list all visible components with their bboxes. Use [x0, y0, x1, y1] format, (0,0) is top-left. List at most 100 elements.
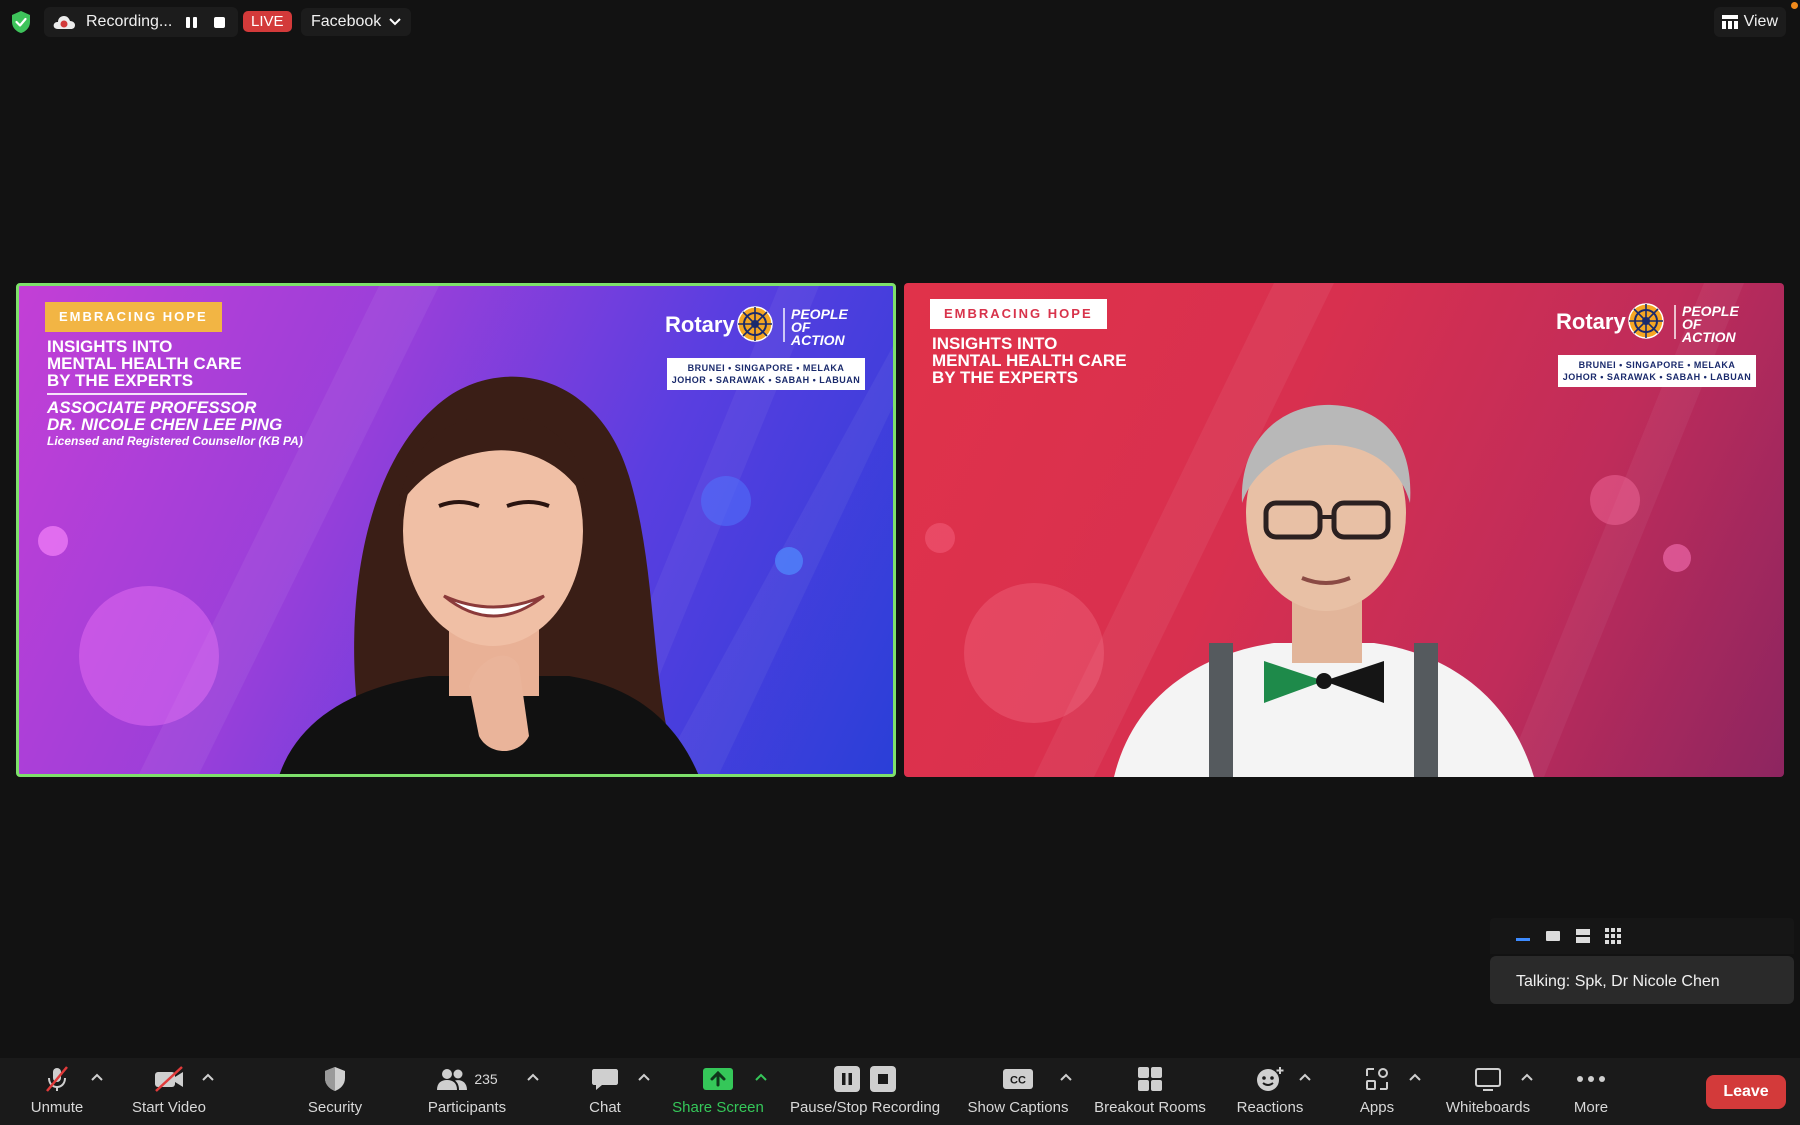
chevron-down-icon — [389, 18, 401, 26]
whiteboards-label: Whiteboards — [1445, 1099, 1531, 1116]
share-options-chevron-up-icon[interactable] — [755, 1072, 767, 1082]
slogan-line: PEOPLE OF — [791, 306, 848, 335]
unmute-button[interactable]: Unmute — [24, 1064, 90, 1122]
chat-button[interactable]: Chat — [580, 1064, 630, 1122]
video-options-chevron-up-icon[interactable] — [202, 1072, 214, 1082]
headline-line: INSIGHTS INTO — [932, 334, 1058, 353]
livestream-target-label: Facebook — [311, 13, 382, 30]
start-video-button[interactable]: Start Video — [124, 1064, 214, 1122]
microphone-muted-icon — [46, 1066, 68, 1092]
layout-switcher — [1490, 918, 1794, 954]
gallery-strip-icon[interactable] — [1544, 927, 1562, 945]
pause-stop-recording-button[interactable]: Pause/Stop Recording — [786, 1064, 944, 1122]
closed-captions-icon: CC — [1003, 1069, 1033, 1089]
people-of-action-slogan: PEOPLE OF ACTION — [1682, 303, 1756, 345]
top-bar: Recording... LIVE Facebook View — [0, 0, 1800, 44]
stop-icon — [213, 16, 225, 28]
rotary-wordmark: Rotary — [665, 312, 735, 337]
unmute-label: Unmute — [30, 1099, 84, 1116]
live-badge[interactable]: LIVE — [243, 11, 292, 32]
recording-indicator: Recording... — [44, 7, 239, 37]
whiteboards-options-chevron-up-icon[interactable] — [1521, 1072, 1533, 1082]
reactions-smiley-icon — [1257, 1067, 1284, 1091]
meeting-toolbar: Unmute Start Video Security 235 Particip… — [0, 1058, 1800, 1125]
headline-line: MENTAL HEALTH CARE — [932, 351, 1127, 370]
reactions-button[interactable]: Reactions — [1232, 1064, 1308, 1122]
show-captions-button[interactable]: CC Show Captions — [964, 1064, 1072, 1122]
recording-label: Recording... — [86, 13, 173, 30]
apps-button[interactable]: Apps — [1352, 1064, 1402, 1122]
breakout-rooms-icon — [1138, 1067, 1162, 1091]
cc-text: CC — [1010, 1075, 1026, 1087]
apps-options-chevron-up-icon[interactable] — [1409, 1072, 1421, 1082]
stop-recording-button[interactable] — [210, 13, 228, 31]
show-captions-label: Show Captions — [967, 1099, 1069, 1116]
security-label: Security — [307, 1099, 363, 1116]
pause-stop-recording-label: Pause/Stop Recording — [789, 1099, 941, 1116]
breakout-rooms-button[interactable]: Breakout Rooms — [1090, 1064, 1210, 1122]
session-tag: EMBRACING HOPE — [45, 302, 222, 332]
captions-options-chevron-up-icon[interactable] — [1060, 1072, 1072, 1082]
leave-button[interactable]: Leave — [1706, 1075, 1786, 1109]
rotary-wordmark: Rotary — [1556, 309, 1626, 334]
cloud-recording-icon — [53, 16, 75, 29]
share-screen-label: Share Screen — [672, 1099, 764, 1116]
side-by-side-icon[interactable] — [1574, 927, 1592, 945]
apps-label: Apps — [1359, 1099, 1395, 1116]
livestream-target-dropdown[interactable]: Facebook — [301, 8, 412, 36]
rotary-wheel-icon — [1628, 303, 1664, 339]
chat-label: Chat — [589, 1099, 621, 1116]
start-video-label: Start Video — [132, 1099, 206, 1116]
talking-indicator: Talking: Spk, Dr Nicole Chen — [1490, 956, 1794, 1004]
speaker-view-icon[interactable] — [1514, 927, 1532, 945]
participants-options-chevron-up-icon[interactable] — [527, 1072, 539, 1082]
reactions-label: Reactions — [1236, 1099, 1304, 1116]
participants-label: Participants — [427, 1099, 507, 1116]
regions-line: JOHOR • SARAWAK • SABAH • LABUAN — [1562, 372, 1752, 382]
pause-recording-icon — [834, 1066, 860, 1092]
grid-icon[interactable] — [1604, 927, 1622, 945]
participant-video-man — [1114, 404, 1534, 777]
regions-line: BRUNEI • SINGAPORE • MELAKA — [1578, 360, 1736, 370]
encryption-shield-icon[interactable] — [10, 10, 32, 34]
session-tag: EMBRACING HOPE — [930, 299, 1107, 329]
chat-options-chevron-up-icon[interactable] — [638, 1072, 650, 1082]
view-button[interactable]: View — [1713, 7, 1786, 37]
reactions-options-chevron-up-icon[interactable] — [1299, 1072, 1311, 1082]
apps-icon — [1366, 1068, 1388, 1090]
participants-button[interactable]: 235 Participants — [420, 1064, 514, 1122]
participant-count: 235 — [474, 1071, 498, 1087]
rotary-logo: Rotary PEOPLE OF ACTION BRUNEI • SINGAPO… — [1556, 301, 1756, 397]
meeting-window: Recording... LIVE Facebook View EMBRACIN… — [0, 0, 1800, 1125]
slogan-line: PEOPLE OF — [1682, 303, 1739, 332]
participant-video-woman — [279, 376, 699, 774]
people-of-action-slogan: PEOPLE OF ACTION — [791, 306, 865, 348]
speaker-credential: Licensed and Registered Counsellor (KB P… — [47, 434, 303, 448]
security-button[interactable]: Security — [300, 1064, 370, 1122]
pause-recording-button[interactable] — [182, 13, 200, 31]
breakout-rooms-label: Breakout Rooms — [1094, 1099, 1206, 1116]
security-shield-icon — [325, 1067, 345, 1091]
grid-view-icon — [1721, 15, 1738, 29]
divider — [47, 393, 247, 395]
regions-box: BRUNEI • SINGAPORE • MELAKA JOHOR • SARA… — [1558, 355, 1756, 387]
rotary-wheel-icon — [737, 306, 773, 342]
notification-dot — [1791, 2, 1798, 9]
video-tile-participant[interactable]: EMBRACING HOPE INSIGHTS INTO MENTAL HEAL… — [904, 283, 1784, 777]
more-button[interactable]: More — [1566, 1064, 1616, 1122]
video-tile-active-speaker[interactable]: EMBRACING HOPE INSIGHTS INTO MENTAL HEAL… — [16, 283, 896, 777]
slogan-line: ACTION — [1682, 329, 1736, 345]
headline-line: BY THE EXPERTS — [932, 368, 1079, 387]
session-headline: INSIGHTS INTO MENTAL HEALTH CARE BY THE … — [932, 335, 1292, 386]
slogan-line: ACTION — [791, 332, 845, 348]
chat-bubble-icon — [592, 1069, 618, 1090]
participants-icon — [437, 1069, 468, 1090]
whiteboard-icon — [1475, 1068, 1501, 1091]
view-label: View — [1743, 13, 1778, 30]
headline-line: INSIGHTS INTO — [47, 337, 173, 356]
pause-icon — [185, 16, 197, 28]
share-screen-button[interactable]: Share Screen — [670, 1064, 766, 1122]
audio-options-chevron-up-icon[interactable] — [91, 1072, 103, 1082]
video-camera-off-icon — [155, 1066, 183, 1092]
more-label: More — [1573, 1099, 1609, 1116]
